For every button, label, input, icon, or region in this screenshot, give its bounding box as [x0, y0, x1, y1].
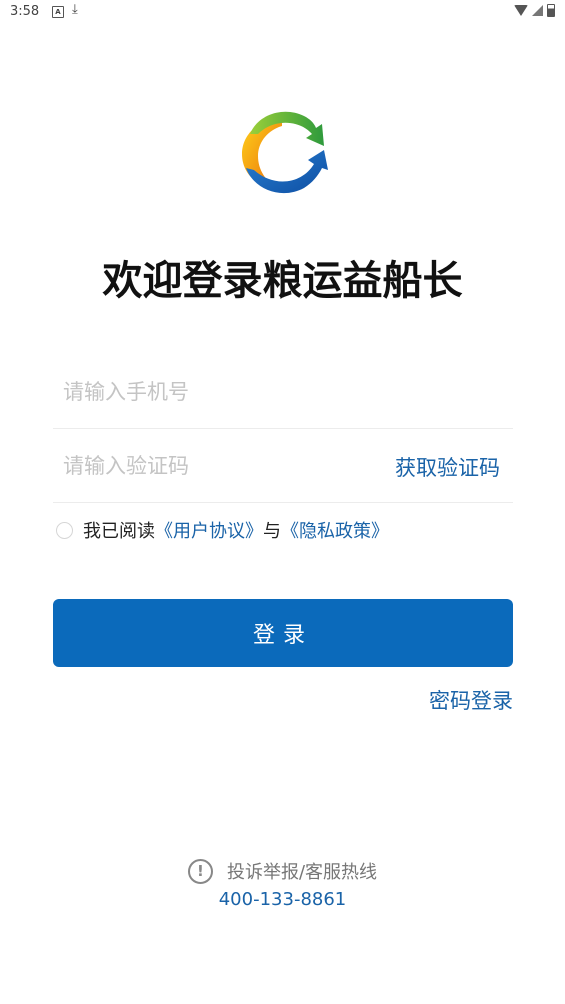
exclamation-circle-icon: ! [187, 858, 213, 884]
login-button[interactable]: 登录 [53, 599, 513, 667]
phone-field-row [53, 356, 513, 429]
status-bar: 3:58 A ⤓ [0, 0, 565, 24]
app-logo [242, 111, 328, 194]
welcome-title: 欢迎登录粮运益船长 [102, 258, 463, 304]
battery-icon [547, 4, 555, 17]
signal-icon [532, 5, 543, 16]
hotline-number[interactable]: 400-133-8861 [0, 889, 565, 910]
privacy-policy-link[interactable]: 《隐私政策》 [281, 517, 389, 543]
download-icon: ⤓ [72, 2, 78, 17]
agreement-checkbox[interactable] [56, 521, 73, 539]
complaint-row: ! 投诉举报/客服热线 [0, 858, 565, 884]
status-indicators [514, 4, 555, 17]
phone-input[interactable] [63, 374, 363, 410]
verification-code-input[interactable] [63, 448, 363, 484]
wifi-icon [514, 5, 528, 16]
get-code-button[interactable]: 获取验证码 [395, 452, 500, 482]
code-field-row: 获取验证码 [53, 430, 513, 503]
complaint-label: 投诉举报/客服热线 [226, 862, 378, 883]
agreement-row: 我已阅读 《用户协议》 与 《隐私政策》 [56, 517, 389, 543]
agreement-conjunction: 与 [263, 521, 281, 542]
login-screen: 3:58 A ⤓ 欢迎登录粮运益船长 请输入手机号 请输入验证码 获取验证码 我… [0, 0, 565, 1004]
user-agreement-link[interactable]: 《用户协议》 [155, 517, 263, 543]
app-notification-icon: A [52, 6, 64, 18]
status-time: 3:58 [10, 4, 40, 19]
password-login-link[interactable]: 密码登录 [429, 685, 513, 715]
agreement-prefix: 我已阅读 [83, 521, 155, 542]
